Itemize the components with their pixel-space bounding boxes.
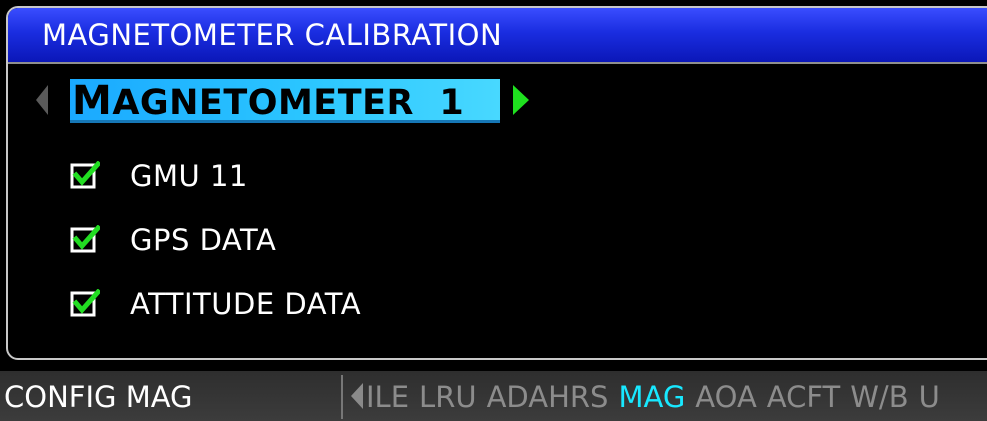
checked-box-icon [70,161,100,189]
page-scroll-left-arrow-icon[interactable] [351,383,363,409]
page-tab-mag[interactable]: MAG [618,380,685,414]
next-selection-arrow-icon[interactable] [513,85,529,115]
page-tab-adahrs[interactable]: ADAHRS [487,380,609,414]
magnetometer-selector-field[interactable]: MAGNETOMETER 1 [70,79,500,123]
check-label-gmu: GMU 11 [130,159,248,193]
page-tab-partial[interactable]: U [919,380,940,414]
page-navigation-bar: CONFIG MAG ILE LRU ADAHRS MAG AOA ACFT W/B U [0,371,987,421]
page-tab-file[interactable]: ILE [366,380,409,414]
check-label-attitude-data: ATTITUDE DATA [130,287,362,321]
previous-selection-arrow-icon[interactable] [36,85,48,115]
magnetometer-selector-value: MAGNETOMETER 1 [72,81,464,123]
panel-title: MAGNETOMETER CALIBRATION [42,18,503,52]
selector-first-letter: M [72,78,113,124]
page-tab-lru[interactable]: LRU [419,380,477,414]
checked-box-icon [70,225,100,253]
selector-name-rest: AGNETOMETER [112,83,414,123]
page-tabs: ILE LRU ADAHRS MAG AOA ACFT W/B U [366,378,950,416]
checked-box-icon [70,289,100,317]
selector-number: 1 [439,83,465,123]
status-bar-divider [341,375,343,419]
page-tab-aoa[interactable]: AOA [695,380,756,414]
mfd-screen: MAGNETOMETER CALIBRATION MAGNETOMETER 1 … [0,0,987,421]
check-label-gps-data: GPS DATA [130,223,277,257]
page-tab-wb[interactable]: W/B [850,380,908,414]
magnetometer-calibration-panel: MAGNETOMETER CALIBRATION MAGNETOMETER 1 … [6,6,987,360]
current-page-name: CONFIG MAG [4,380,193,414]
panel-title-bar: MAGNETOMETER CALIBRATION [8,8,987,64]
page-tab-acft[interactable]: ACFT [767,380,840,414]
